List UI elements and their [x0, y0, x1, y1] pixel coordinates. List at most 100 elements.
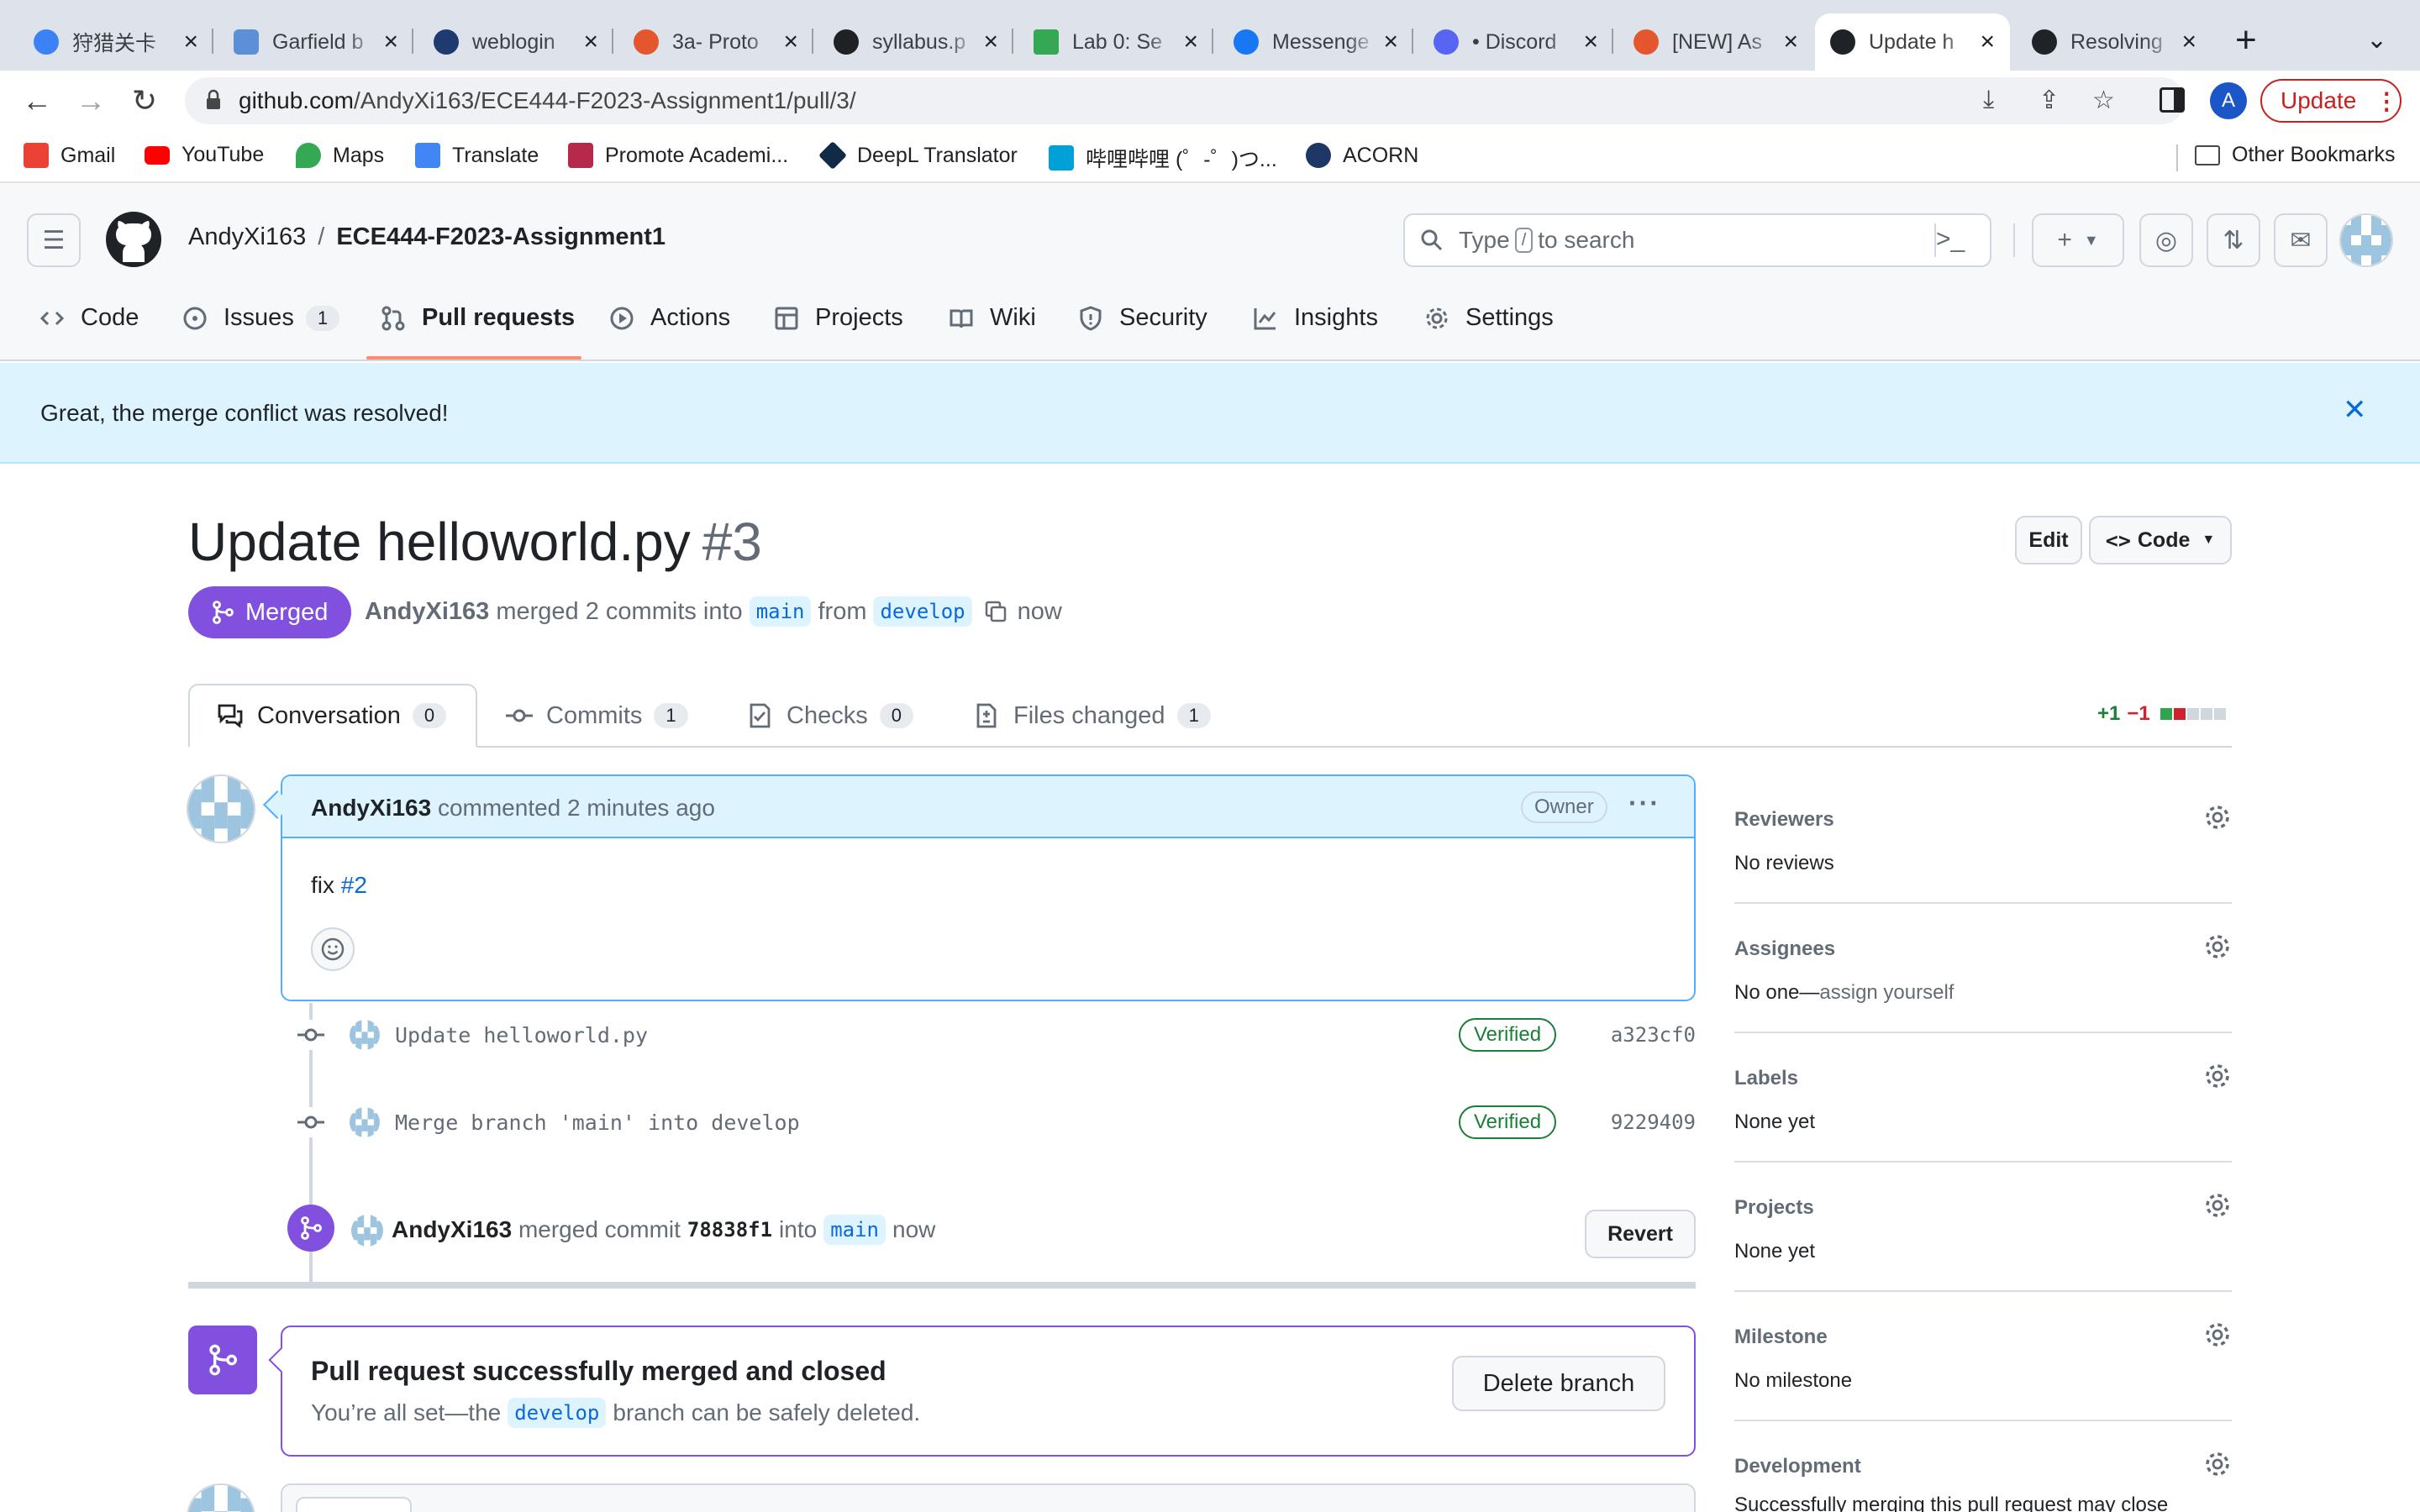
repo-nav-issues[interactable]: Issues 1	[182, 304, 340, 332]
gear-icon[interactable]	[2203, 1191, 2232, 1220]
revert-button[interactable]: Revert	[1585, 1210, 1696, 1258]
sidebar-title[interactable]: Milestone	[1734, 1326, 1828, 1349]
profile-avatar[interactable]: A	[2210, 82, 2247, 119]
browser-tab[interactable]: 3a- Proto ×	[618, 13, 813, 71]
bookmark-deepl[interactable]: DeepL Translator	[818, 141, 1018, 170]
copy-icon[interactable]	[984, 600, 1007, 623]
tab-conversation[interactable]: Conversation 0	[188, 684, 477, 748]
bookmark-promote[interactable]: Promote Academi...	[568, 143, 788, 168]
create-new-button[interactable]: + ▼	[2032, 213, 2124, 267]
bookmark-gmail[interactable]: Gmail	[24, 143, 115, 168]
bookmark-youtube[interactable]: YouTube	[145, 143, 264, 167]
repo-nav-actions[interactable]: Actions	[608, 304, 730, 332]
browser-tab-active[interactable]: Update h ×	[1815, 13, 2010, 71]
comment-timestamp[interactable]: commented 2 minutes ago	[438, 795, 715, 821]
browser-tab[interactable]: Resolving ×	[2017, 13, 2212, 71]
close-icon[interactable]: ✕	[2343, 393, 2367, 427]
commit-author-avatar[interactable]	[350, 1107, 380, 1137]
repo-nav-insights[interactable]: Insights	[1252, 304, 1378, 332]
share-icon[interactable]: ⇪	[2039, 86, 2060, 115]
comment-author-link[interactable]: AndyXi163	[311, 795, 431, 821]
commit-message-link[interactable]: Merge branch 'main' into develop	[395, 1110, 800, 1135]
new-tab-icon[interactable]: +	[2235, 22, 2257, 59]
merge-author-link[interactable]: AndyXi163	[392, 1216, 512, 1243]
pull-requests-icon[interactable]: ⇅	[2207, 213, 2260, 267]
browser-tab[interactable]: [NEW] As ×	[1618, 13, 1813, 71]
verified-badge[interactable]: Verified	[1459, 1018, 1557, 1052]
install-icon[interactable]: ⤓	[1983, 86, 1994, 114]
verified-badge[interactable]: Verified	[1459, 1105, 1557, 1139]
browser-tab[interactable]: • Discord ×	[1418, 13, 1613, 71]
base-branch[interactable]: main	[749, 596, 812, 627]
side-panel-icon[interactable]	[2160, 87, 2185, 113]
chrome-update-button[interactable]: Update ⋮	[2260, 79, 2402, 123]
sidebar-title[interactable]: Assignees	[1734, 937, 1835, 961]
inbox-icon[interactable]: ✉	[2274, 213, 2328, 267]
avatar[interactable]	[187, 1483, 255, 1512]
browser-tab[interactable]: Lab 0: Se ×	[1018, 13, 1213, 71]
github-logo-icon[interactable]	[106, 212, 161, 267]
repo-owner-link[interactable]: AndyXi163	[188, 223, 306, 250]
repo-nav-settings[interactable]: Settings	[1423, 304, 1554, 332]
assign-yourself-link[interactable]: assign yourself	[1819, 981, 1954, 1004]
tab-commits[interactable]: Commits 1	[479, 684, 715, 748]
merge-timestamp[interactable]: now	[892, 1216, 935, 1243]
forward-icon[interactable]: →	[71, 81, 111, 121]
head-branch[interactable]: develop	[873, 596, 972, 627]
tab-files-changed[interactable]: Files changed 1	[946, 684, 1238, 748]
close-icon[interactable]: ×	[383, 28, 398, 56]
hamburger-menu-icon[interactable]: ☰	[27, 213, 81, 267]
close-icon[interactable]: ×	[2181, 28, 2196, 56]
repo-nav-security[interactable]: Security	[1077, 304, 1207, 332]
other-bookmarks[interactable]: Other Bookmarks	[2195, 143, 2396, 167]
gear-icon[interactable]	[2203, 932, 2232, 961]
browser-tab[interactable]: 狩猎关卡 ×	[18, 13, 213, 71]
pr-author-link[interactable]: AndyXi163	[365, 598, 489, 626]
sidebar-title[interactable]: Labels	[1734, 1067, 1798, 1090]
add-reaction-button[interactable]	[311, 927, 355, 971]
browser-tab[interactable]: Garfield b ×	[218, 13, 413, 71]
repo-name-link[interactable]: ECE444-F2023-Assignment1	[336, 223, 666, 250]
delete-branch-button[interactable]: Delete branch	[1452, 1356, 1665, 1411]
reload-icon[interactable]: ↻	[124, 81, 165, 121]
sidebar-title[interactable]: Development	[1734, 1455, 1861, 1478]
close-icon[interactable]: ×	[1980, 28, 1995, 56]
address-bar[interactable]: github.com/AndyXi163/ECE444-F2023-Assign…	[185, 77, 2185, 124]
bookmark-bilibili[interactable]: 哔哩哔哩 (゜-゜)つ...	[1049, 143, 1277, 173]
global-search-input[interactable]: Type / to search	[1403, 213, 1991, 267]
issue-link[interactable]: #2	[341, 872, 367, 898]
close-icon[interactable]: ×	[783, 28, 798, 56]
browser-tab[interactable]: Messenge ×	[1218, 13, 1413, 71]
repo-nav-projects[interactable]: Projects	[773, 304, 903, 332]
commit-author-avatar[interactable]	[350, 1020, 380, 1050]
bookmark-acorn[interactable]: ACORN	[1306, 143, 1418, 168]
write-tab[interactable]	[296, 1497, 412, 1512]
close-icon[interactable]: ×	[1183, 28, 1198, 56]
avatar[interactable]	[351, 1215, 383, 1247]
repo-nav-pull-requests[interactable]: Pull requests	[380, 304, 575, 332]
command-palette-icon[interactable]: >_	[1936, 225, 1965, 254]
avatar[interactable]	[187, 774, 255, 843]
bookmark-maps[interactable]: Maps	[296, 143, 384, 168]
edit-title-button[interactable]: Edit	[2015, 516, 2082, 564]
repo-nav-code[interactable]: Code	[39, 304, 139, 332]
gear-icon[interactable]	[2203, 803, 2232, 832]
merge-commit-sha-link[interactable]: 78838f1	[687, 1218, 772, 1242]
browser-tab[interactable]: weblogin ×	[418, 13, 613, 71]
back-icon[interactable]: ←	[17, 81, 57, 121]
sidebar-title[interactable]: Reviewers	[1734, 808, 1834, 832]
close-icon[interactable]: ×	[183, 28, 198, 56]
issues-icon[interactable]: ◎	[2139, 213, 2193, 267]
gear-icon[interactable]	[2203, 1450, 2232, 1478]
code-dropdown-button[interactable]: <> Code ▼	[2089, 516, 2232, 564]
bookmark-translate[interactable]: Translate	[415, 143, 539, 168]
gear-icon[interactable]	[2203, 1320, 2232, 1349]
commit-message-link[interactable]: Update helloworld.py	[395, 1023, 648, 1047]
tab-checks[interactable]: Checks 0	[719, 684, 940, 748]
tab-search-chevron-icon[interactable]: ⌄	[2366, 25, 2387, 55]
bookmark-star-icon[interactable]: ☆	[2092, 86, 2115, 115]
new-comment-box[interactable]	[281, 1483, 1696, 1512]
commit-sha-link[interactable]: a323cf0	[1611, 1023, 1696, 1047]
close-icon[interactable]: ×	[1783, 28, 1798, 56]
commit-sha-link[interactable]: 9229409	[1611, 1110, 1696, 1134]
